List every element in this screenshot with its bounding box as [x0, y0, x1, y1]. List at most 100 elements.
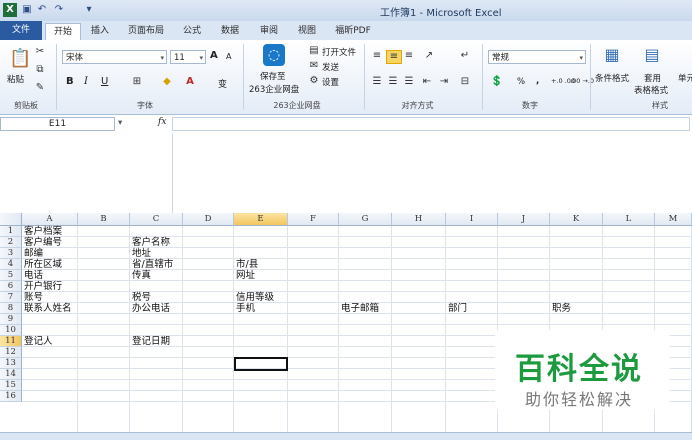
column-header-m[interactable]: M	[655, 213, 692, 226]
number-format-combo[interactable]: 常规 ▾	[488, 50, 586, 64]
column-header-a[interactable]: A	[22, 213, 78, 226]
tab-review[interactable]: 审阅	[255, 23, 283, 39]
align-middle-icon[interactable]: ≡	[386, 50, 402, 64]
row-header-2[interactable]: 2	[0, 237, 22, 248]
name-box-dropdown-icon[interactable]: ▾	[118, 118, 122, 128]
row-header-1[interactable]: 1	[0, 226, 22, 237]
cell-a5[interactable]: 电话	[22, 270, 43, 281]
font-size-combo[interactable]: 11 ▾	[170, 50, 206, 64]
merge-center-icon[interactable]: ⊟	[458, 76, 472, 88]
column-header-l[interactable]: L	[603, 213, 655, 226]
cloud-save-icon[interactable]: ◌	[263, 44, 285, 66]
column-header-j[interactable]: J	[498, 213, 550, 226]
percent-style-button[interactable]: %	[517, 77, 525, 87]
tab-insert[interactable]: 插入	[86, 23, 114, 39]
customize-quick-access-icon[interactable]: ▾	[82, 3, 96, 17]
select-all-corner[interactable]	[0, 213, 22, 226]
accounting-format-icon[interactable]: 💲	[490, 76, 504, 88]
cell-a6[interactable]: 开户银行	[22, 281, 62, 292]
row-header-14[interactable]: 14	[0, 369, 22, 380]
align-right-icon[interactable]: ☰	[402, 76, 416, 88]
cut-icon[interactable]: ✂	[33, 46, 47, 58]
conditional-format-icon[interactable]: ▦	[602, 44, 622, 66]
row-header-3[interactable]: 3	[0, 248, 22, 259]
copy-icon[interactable]: ⧉	[33, 64, 47, 76]
column-header-f[interactable]: F	[288, 213, 339, 226]
row-header-12[interactable]: 12	[0, 347, 22, 358]
bold-button[interactable]: B	[66, 76, 74, 87]
fill-color-icon[interactable]: ◆	[160, 76, 174, 88]
font-name-combo[interactable]: 宋体 ▾	[62, 50, 167, 64]
wrap-text-icon[interactable]: ↵	[458, 50, 472, 62]
row-header-10[interactable]: 10	[0, 325, 22, 336]
comma-style-button[interactable]: ,	[536, 76, 539, 86]
increase-indent-icon[interactable]: ⇥	[437, 76, 451, 88]
cell-g8[interactable]: 电子邮箱	[339, 303, 379, 314]
row-header-5[interactable]: 5	[0, 270, 22, 281]
cell-c7[interactable]: 税号	[130, 292, 151, 303]
tab-view[interactable]: 视图	[293, 23, 321, 39]
redo-icon[interactable]: ↷	[52, 3, 66, 17]
column-header-g[interactable]: G	[339, 213, 392, 226]
settings-button[interactable]: 设置	[322, 76, 339, 88]
cell-e4[interactable]: 市/县	[234, 259, 258, 270]
shrink-font-button[interactable]: A	[226, 52, 231, 61]
column-header-b[interactable]: B	[78, 213, 130, 226]
send-button[interactable]: 发送	[322, 61, 339, 73]
column-header-e[interactable]: E	[234, 213, 288, 226]
open-file-icon[interactable]: ▤	[307, 45, 321, 57]
format-as-table-icon[interactable]: ▤	[642, 44, 662, 66]
undo-icon[interactable]: ↶	[35, 3, 49, 17]
column-header-c[interactable]: C	[130, 213, 183, 226]
cell-e8[interactable]: 手机	[234, 303, 255, 314]
excel-logo-icon[interactable]: X	[3, 3, 17, 17]
cell-c8[interactable]: 办公电话	[130, 303, 170, 314]
column-header-i[interactable]: I	[446, 213, 498, 226]
save-to-cloud-button[interactable]: 保存至	[260, 70, 286, 82]
formula-input[interactable]	[172, 117, 690, 131]
settings-gear-icon[interactable]: ⚙	[307, 75, 321, 87]
send-icon[interactable]: ✉	[307, 60, 321, 72]
cell-c2[interactable]: 客户名称	[130, 237, 170, 248]
row-header-7[interactable]: 7	[0, 292, 22, 303]
cell-a3[interactable]: 邮编	[22, 248, 43, 259]
cell-e5[interactable]: 网址	[234, 270, 255, 281]
paste-icon[interactable]: 📋	[9, 48, 31, 70]
format-as-table-button-line2[interactable]: 表格格式	[634, 84, 668, 96]
cell-a8[interactable]: 联系人姓名	[22, 303, 72, 314]
border-icon[interactable]: ⊞	[130, 76, 144, 88]
cell-a11[interactable]: 登记人	[22, 336, 53, 347]
cell-styles-button[interactable]: 单元	[678, 72, 692, 84]
insert-function-icon[interactable]: fx	[158, 117, 166, 127]
cell-a1[interactable]: 客户档案	[22, 226, 62, 237]
phonetic-button[interactable]: 变	[218, 77, 227, 90]
cell-i8[interactable]: 部门	[446, 303, 467, 314]
align-left-icon[interactable]: ☰	[370, 76, 384, 88]
conditional-format-button[interactable]: 条件格式	[595, 72, 629, 84]
cell-c5[interactable]: 传真	[130, 270, 151, 281]
row-header-8[interactable]: 8	[0, 303, 22, 314]
cell-a4[interactable]: 所在区域	[22, 259, 62, 270]
tab-home[interactable]: 开始	[45, 23, 81, 40]
tab-formulas[interactable]: 公式	[178, 23, 206, 39]
format-as-table-button[interactable]: 套用	[644, 72, 661, 84]
save-icon[interactable]: ▣	[20, 3, 34, 17]
row-header-4[interactable]: 4	[0, 259, 22, 270]
cell-a7[interactable]: 账号	[22, 292, 43, 303]
format-painter-icon[interactable]: ✎	[33, 82, 47, 94]
italic-button[interactable]: I	[84, 76, 88, 87]
row-header-16[interactable]: 16	[0, 391, 22, 402]
cell-c3[interactable]: 地址	[130, 248, 151, 259]
column-header-h[interactable]: H	[392, 213, 446, 226]
tab-foxit-pdf[interactable]: 福昕PDF	[331, 23, 375, 39]
open-file-button[interactable]: 打开文件	[322, 46, 356, 58]
active-cell-e11[interactable]	[234, 357, 288, 371]
column-header-k[interactable]: K	[550, 213, 603, 226]
save-to-cloud-button-line2[interactable]: 263企业网盘	[249, 83, 299, 95]
row-header-11[interactable]: 11	[0, 336, 22, 347]
column-header-d[interactable]: D	[183, 213, 234, 226]
cell-k8[interactable]: 职务	[550, 303, 571, 314]
align-center-icon[interactable]: ☰	[386, 76, 400, 88]
font-color-icon[interactable]: A	[183, 76, 197, 88]
row-header-6[interactable]: 6	[0, 281, 22, 292]
